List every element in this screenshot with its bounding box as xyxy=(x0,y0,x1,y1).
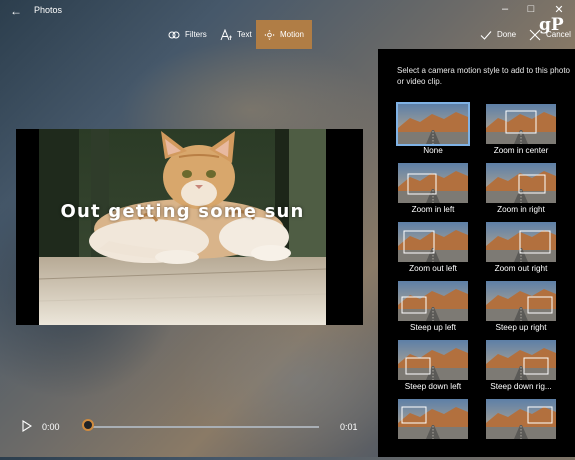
motion-thumbnail xyxy=(398,399,468,439)
motion-label: Motion xyxy=(279,30,304,39)
filters-label: Filters xyxy=(185,30,207,39)
motion-panel: Select a camera motion style to add to t… xyxy=(378,49,575,457)
motion-thumbnail xyxy=(486,340,556,380)
text-label: Text xyxy=(237,30,252,39)
title-bar: ← Photos – □ ✕ xyxy=(0,0,575,22)
motion-thumbnail xyxy=(398,281,468,321)
motion-thumbnail xyxy=(398,163,468,203)
text-icon xyxy=(220,28,232,40)
motion-option-label: Steep down left xyxy=(404,382,462,391)
motion-thumbnail xyxy=(396,102,470,146)
motion-option-label: Zoom in center xyxy=(493,146,549,155)
current-time: 0:00 xyxy=(42,422,60,432)
back-arrow-icon[interactable]: ← xyxy=(10,4,22,18)
motion-thumbnail xyxy=(486,222,556,262)
motion-icon xyxy=(264,29,275,40)
motion-option-label: Zoom in right xyxy=(497,205,545,214)
filters-icon xyxy=(168,31,180,38)
total-time: 0:01 xyxy=(340,422,358,432)
done-label: Done xyxy=(497,30,517,39)
text-overlay: Out getting some sun xyxy=(60,201,305,222)
motion-option-label: None xyxy=(423,146,443,155)
motion-thumbnail xyxy=(398,222,468,262)
motion-thumbnail xyxy=(486,399,556,439)
motion-option-label: Zoom out right xyxy=(494,264,548,273)
motion-button[interactable]: Motion xyxy=(256,20,312,49)
done-button[interactable]: Done xyxy=(472,20,524,49)
motion-thumbnail xyxy=(486,163,556,203)
motion-thumbnail xyxy=(398,340,468,380)
filters-button[interactable]: Filters xyxy=(160,20,215,49)
motion-instructions: Select a camera motion style to add to t… xyxy=(397,66,570,86)
motion-option-label: Steep up right xyxy=(495,323,547,332)
checkmark-icon xyxy=(480,30,492,40)
preview-photo xyxy=(39,129,326,325)
maximize-button[interactable]: □ xyxy=(524,3,538,15)
motion-option-label: Steep down rig... xyxy=(490,382,552,391)
motion-thumbnail xyxy=(486,281,556,321)
motion-option-label: Zoom in left xyxy=(411,205,455,214)
groovypost-logo: gP xyxy=(539,15,564,35)
text-button[interactable]: Text xyxy=(212,20,260,49)
seek-bar[interactable] xyxy=(89,426,319,428)
play-icon[interactable] xyxy=(22,420,32,432)
seek-thumb[interactable] xyxy=(82,419,94,431)
editor-toolbar: Filters Text Motion Done Cancel xyxy=(0,20,575,50)
minimize-button[interactable]: – xyxy=(498,3,512,15)
motion-option-label: Zoom out left xyxy=(409,264,457,273)
motion-option-label: Steep up left xyxy=(410,323,456,332)
motion-thumbnail xyxy=(486,104,556,144)
app-title: Photos xyxy=(34,5,63,15)
